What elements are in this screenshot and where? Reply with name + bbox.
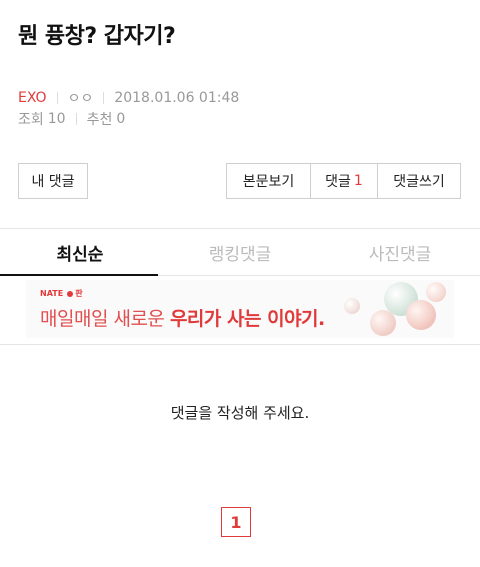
brand-suffix: 판 [75, 289, 83, 298]
post-stats: 조회 10 추천 0 [18, 109, 125, 129]
divider [103, 92, 105, 104]
post-meta-line: EXO ㅇㅇ 2018.01.06 01:48 [18, 88, 239, 108]
pearl-decoration-icon [334, 280, 454, 338]
post-datetime: 2018.01.06 01:48 [114, 90, 240, 106]
tab-ranking[interactable]: 랭킹댓글 [160, 229, 320, 275]
author-name[interactable]: ㅇㅇ [68, 88, 94, 108]
views-label: 조회 [18, 112, 44, 128]
comment-sort-tabs: 최신순 랭킹댓글 사진댓글 [0, 228, 480, 276]
comments-button[interactable]: 댓글 1 [310, 163, 377, 199]
pagination-current-page[interactable]: 1 [221, 507, 251, 537]
tab-photo[interactable]: 사진댓글 [320, 229, 480, 275]
my-comments-button[interactable]: 내 댓글 [18, 163, 88, 199]
brand-name: NATE [40, 289, 64, 298]
comments-count: 1 [353, 173, 363, 189]
comments-label: 댓글 [325, 174, 351, 190]
category-link[interactable]: EXO [18, 90, 47, 106]
write-comment-button[interactable]: 댓글쓰기 [377, 163, 461, 199]
divider [56, 92, 58, 104]
views-count: 10 [47, 111, 66, 127]
banner-headline-strong: 우리가 사는 이야기. [169, 308, 325, 330]
nate-pann-logo: NATE 판 [40, 288, 83, 299]
comment-action-buttons: 본문보기 댓글 1 댓글쓰기 [226, 163, 461, 199]
view-body-button[interactable]: 본문보기 [226, 163, 310, 199]
post-title: 뭔 퓽창? 갑자기? [18, 24, 176, 49]
tab-latest[interactable]: 최신순 [0, 229, 160, 276]
ad-banner[interactable]: NATE 판 매일매일 새로운 우리가 사는 이야기. [26, 280, 454, 338]
recommend-count: 0 [116, 111, 126, 127]
divider [75, 113, 77, 125]
section-divider [0, 344, 480, 345]
empty-comments-message: 댓글을 작성해 주세요. [170, 404, 310, 422]
brand-dot-icon [67, 290, 74, 297]
banner-headline: 매일매일 새로운 우리가 사는 이야기. [40, 304, 325, 331]
recommend-label: 추천 [86, 112, 113, 128]
banner-headline-normal: 매일매일 새로운 [40, 308, 170, 330]
